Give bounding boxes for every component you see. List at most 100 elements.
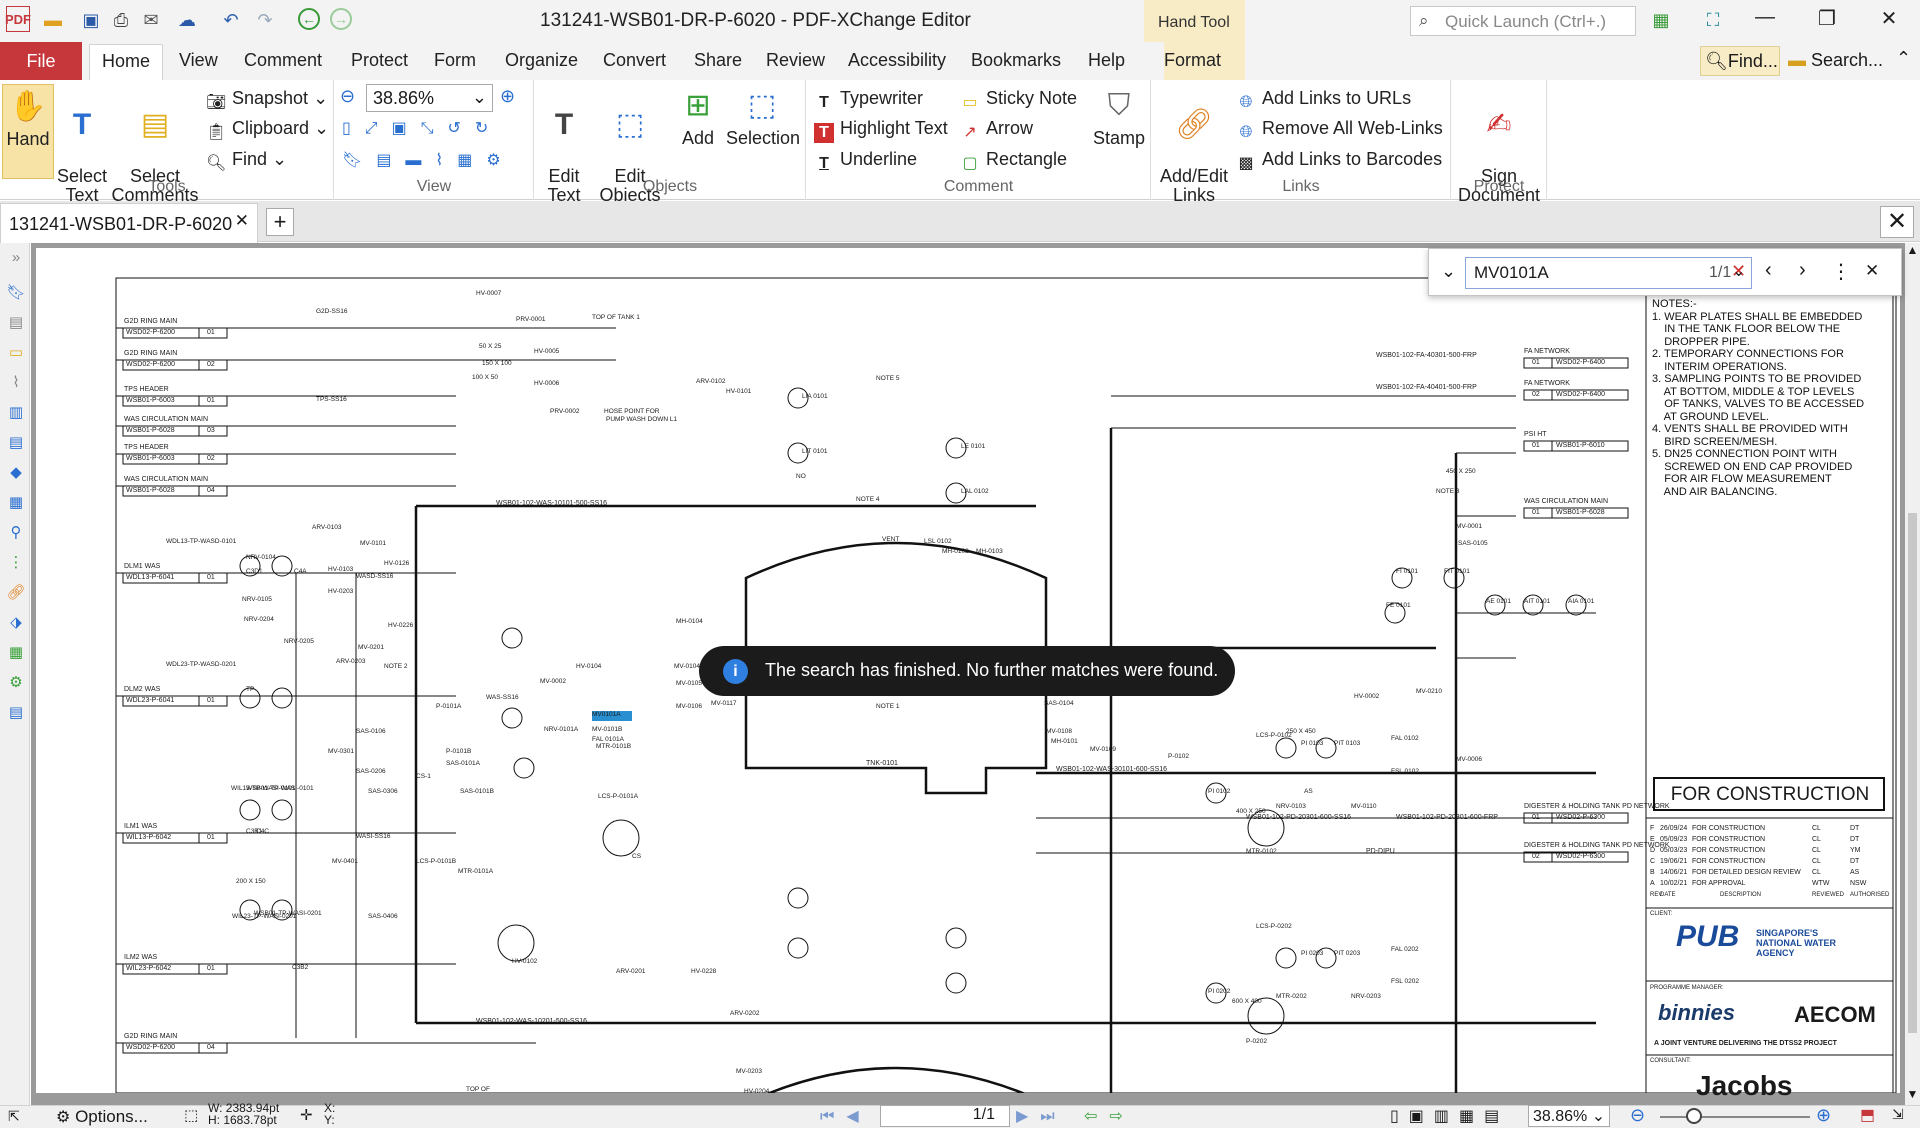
page-layout-icons[interactable]: ▯▣▥▦▤: [1390, 1106, 1509, 1126]
remove-web-links-button[interactable]: 🌐︎ Remove All Web-Links: [1236, 118, 1443, 143]
status-zoom-out-icon[interactable]: ⊖: [1630, 1105, 1645, 1126]
tags-icon[interactable]: ⬗: [6, 613, 26, 633]
close-tab-icon[interactable]: ✕: [235, 211, 249, 231]
file-menu[interactable]: File: [0, 42, 82, 80]
view-pane-icons[interactable]: 🔖︎▤▬⌇▦⚙: [342, 150, 515, 170]
options-button[interactable]: ⚙ Options...: [56, 1107, 148, 1127]
thumbnails-icon[interactable]: ▤: [6, 313, 26, 333]
arrow-button[interactable]: ↗ Arrow: [960, 118, 1033, 143]
highlight-button[interactable]: T Highlight Text: [814, 118, 948, 143]
selection-button[interactable]: ⬚ Selection: [726, 84, 800, 148]
document-tab[interactable]: 131241-WSB01-DR-P-6020 ✕: [0, 203, 258, 243]
search-button[interactable]: ▬ Search...: [1788, 50, 1883, 71]
tab-protect[interactable]: Protect: [351, 50, 408, 71]
tab-view[interactable]: View: [179, 50, 218, 71]
print-icon[interactable]: ⎙: [108, 8, 134, 32]
status-left-arrows-icon[interactable]: ⇱: [8, 1108, 20, 1125]
minimize-button[interactable]: —: [1742, 6, 1788, 36]
clipboard-button[interactable]: 📋︎ Clipboard ⌄: [206, 118, 329, 143]
find-button[interactable]: 🔍︎Find...: [1700, 46, 1780, 76]
restore-button[interactable]: ❐: [1804, 6, 1850, 36]
tab-review[interactable]: Review: [766, 50, 825, 71]
fields-icon[interactable]: ▦: [6, 643, 26, 663]
tab-bookmarks[interactable]: Bookmarks: [971, 50, 1061, 71]
forward-icon[interactable]: →: [330, 8, 352, 30]
view-mode-icons[interactable]: ▯⤢▣⤡↺↻: [342, 118, 502, 138]
content-icon[interactable]: ▦: [6, 493, 26, 513]
tab-share[interactable]: Share: [694, 50, 742, 71]
structure-icon[interactable]: ⋮: [6, 553, 26, 573]
zoom-slider[interactable]: [1660, 1116, 1810, 1118]
next-last-page-icons[interactable]: ▶⏭: [1016, 1106, 1067, 1126]
drawing-annotation: 250 X 450: [1286, 728, 1316, 735]
add-links-urls-button[interactable]: 🌐︎ Add Links to URLs: [1236, 88, 1411, 113]
vertical-scrollbar[interactable]: ▲ ▼: [1905, 243, 1920, 1105]
hand-tool-button[interactable]: ✋ Hand: [2, 84, 54, 179]
collapse-pane-icon[interactable]: »: [6, 249, 26, 269]
close-document-button[interactable]: ✕: [1880, 206, 1914, 238]
find-next-icon[interactable]: ›: [1799, 259, 1806, 282]
tab-help[interactable]: Help: [1088, 50, 1125, 71]
undo-icon[interactable]: ↶: [218, 8, 244, 32]
rectangle-button[interactable]: ▢ Rectangle: [960, 149, 1067, 174]
page-number-input[interactable]: 1/1: [880, 1105, 1010, 1127]
tab-format[interactable]: Format: [1164, 42, 1245, 80]
properties-icon[interactable]: ⚙: [6, 673, 26, 693]
drawing-annotation: 450 X 250: [1446, 468, 1476, 475]
find-options-chevron-icon[interactable]: ⌄: [1441, 261, 1456, 282]
attachments-icon[interactable]: ⌇: [6, 373, 26, 393]
links-pane-icon[interactable]: 🔗︎: [6, 583, 26, 603]
nav-back-forward-icons[interactable]: ⇦⇨: [1084, 1106, 1135, 1126]
search-results-icon[interactable]: ▤: [6, 703, 26, 723]
add-button[interactable]: ⊞ Add: [668, 84, 728, 148]
tab-convert[interactable]: Convert: [603, 50, 666, 71]
tab-organize[interactable]: Organize: [505, 50, 578, 71]
find-tool-button[interactable]: 🔍︎ Find ⌄: [206, 149, 287, 174]
status-right-arrows-icon[interactable]: ⇲: [1892, 1106, 1904, 1123]
zoom-out-icon[interactable]: ⊖: [340, 86, 355, 107]
sticky-note-button[interactable]: ▭ Sticky Note: [960, 88, 1077, 113]
tab-form[interactable]: Form: [434, 50, 476, 71]
first-prev-page-icons[interactable]: ⏮◀: [820, 1106, 871, 1126]
find-previous-icon[interactable]: ‹: [1765, 259, 1772, 282]
find-history-chevron-icon[interactable]: ⌄: [1732, 261, 1745, 281]
redo-icon[interactable]: ↷: [252, 8, 278, 32]
find-input[interactable]: MV0101A 1/1 ✕: [1465, 257, 1752, 289]
collapse-ribbon-icon[interactable]: ⌃: [1896, 48, 1911, 69]
scroll-down-icon[interactable]: ▼: [1905, 1087, 1920, 1101]
cloud-icon[interactable]: ☁: [174, 8, 200, 32]
instrument-tag: NRV-0205: [284, 638, 314, 645]
destinations-icon[interactable]: ▤: [6, 433, 26, 453]
back-icon[interactable]: ←: [298, 8, 320, 30]
pages-icon[interactable]: ▥: [6, 403, 26, 423]
quick-launch-input[interactable]: ⌕ Quick Launch (Ctrl+.): [1410, 6, 1636, 36]
scroll-thumb[interactable]: [1908, 513, 1917, 1033]
fullscreen-icon[interactable]: ⛶: [1700, 8, 1726, 32]
new-tab-button[interactable]: +: [266, 208, 294, 236]
comments-icon[interactable]: ▭: [6, 343, 26, 363]
open-folder-icon[interactable]: ▬: [40, 8, 66, 32]
email-icon[interactable]: ✉: [138, 8, 164, 32]
find-more-icon[interactable]: ⋮: [1831, 259, 1851, 284]
tab-home[interactable]: Home: [89, 44, 164, 84]
add-links-barcodes-button[interactable]: ▩ Add Links to Barcodes: [1236, 149, 1442, 174]
close-window-button[interactable]: ✕: [1866, 6, 1912, 36]
layers-icon[interactable]: ◆: [6, 463, 26, 483]
stamp-button[interactable]: ⛉ Stamp: [1088, 84, 1150, 148]
zoom-in-icon[interactable]: ⊕: [500, 86, 515, 107]
tab-comment[interactable]: Comment: [244, 50, 322, 71]
close-find-icon[interactable]: ✕: [1865, 261, 1879, 281]
ui-options-icon[interactable]: ▦: [1648, 8, 1674, 32]
status-zoom-select[interactable]: 38.86% ⌄: [1528, 1105, 1610, 1127]
underline-button[interactable]: T Underline: [814, 149, 917, 174]
typewriter-button[interactable]: T Typewriter: [814, 88, 923, 113]
zoom-select[interactable]: 38.86% ⌄: [366, 84, 493, 112]
scroll-up-icon[interactable]: ▲: [1905, 243, 1920, 257]
zoom-slider-thumb[interactable]: [1686, 1108, 1702, 1124]
status-zoom-in-icon[interactable]: ⊕: [1816, 1105, 1831, 1126]
save-icon[interactable]: ▣: [78, 8, 104, 32]
snapshot-button[interactable]: 📷︎ Snapshot ⌄: [206, 88, 328, 113]
tab-accessibility[interactable]: Accessibility: [848, 50, 946, 71]
bookmarks-icon[interactable]: 🔖︎: [6, 283, 26, 303]
signatures-icon[interactable]: ⚲: [6, 523, 26, 543]
